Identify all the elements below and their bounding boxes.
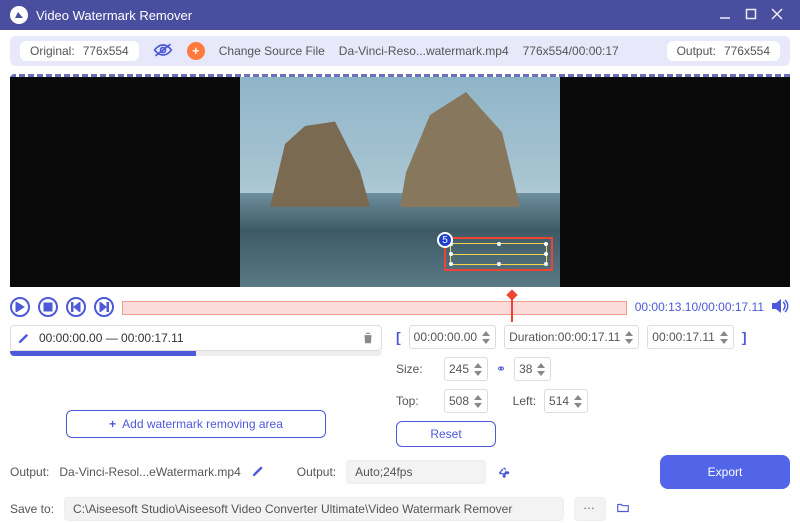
timeline-segment[interactable] (122, 301, 627, 315)
top-toolbar: Original: 776x554 + Change Source File D… (10, 36, 790, 66)
title-bar: Video Watermark Remover (0, 0, 800, 30)
source-filename: Da-Vinci-Reso...watermark.mp4 (339, 44, 509, 58)
format-settings-icon[interactable] (496, 464, 510, 481)
size-label: Size: (396, 362, 436, 376)
volume-icon[interactable] (772, 298, 790, 317)
left-label: Left: (496, 394, 536, 408)
height-field[interactable]: 38 (514, 357, 551, 381)
end-time-field[interactable]: 00:00:17.11 (647, 325, 734, 349)
plus-icon: + (109, 417, 116, 431)
change-source-button[interactable]: Change Source File (219, 44, 325, 58)
stop-button[interactable] (38, 297, 58, 317)
output-format-label: Output: (297, 465, 336, 479)
preview-toggle-icon[interactable] (153, 43, 173, 60)
original-dim: 776x554 (83, 44, 129, 58)
original-dim-chip: Original: 776x554 (20, 41, 139, 61)
save-to-label: Save to: (10, 502, 54, 516)
browse-path-button[interactable]: … (574, 497, 606, 521)
timecode-display: 00:00:13.10/00:00:17.11 (635, 300, 764, 314)
output-label: Output: (677, 44, 716, 58)
save-path-field[interactable]: C:\Aiseesoft Studio\Aiseesoft Video Conv… (64, 497, 564, 521)
aspect-link-icon[interactable]: ⚭ (496, 362, 506, 376)
minimize-button[interactable] (712, 8, 738, 23)
app-title: Video Watermark Remover (36, 8, 712, 23)
export-button[interactable]: Export (660, 455, 790, 489)
bottom-panel: Output: Da-Vinci-Resol...eWatermark.mp4 … (10, 455, 790, 521)
watermark-selection-box[interactable] (444, 237, 553, 271)
open-folder-icon[interactable] (616, 501, 630, 518)
segment-range-text: 00:00:00.00 — 00:00:17.11 (39, 331, 353, 345)
output-dim: 776x554 (724, 44, 770, 58)
app-logo-icon (10, 6, 28, 24)
duration-field[interactable]: Duration:00:00:17.11 (504, 325, 639, 349)
segment-progress (10, 351, 382, 356)
step-back-button[interactable] (66, 297, 86, 317)
brush-icon (17, 331, 31, 345)
left-field[interactable]: 514 (544, 389, 588, 413)
close-button[interactable] (764, 8, 790, 23)
output-format-field[interactable]: Auto;24fps (346, 460, 486, 484)
add-watermark-label: Add watermark removing area (122, 417, 283, 431)
delete-segment-icon[interactable] (361, 331, 375, 345)
start-time-field[interactable]: 00:00:00.00 (409, 325, 496, 349)
add-watermark-area-button[interactable]: + Add watermark removing area (66, 410, 326, 438)
range-end-bracket[interactable]: ] (742, 329, 747, 345)
reset-button[interactable]: Reset (396, 421, 496, 447)
maximize-button[interactable] (738, 8, 764, 23)
output-dim-chip: Output: 776x554 (667, 41, 780, 61)
play-button[interactable] (10, 297, 30, 317)
timeline-scrubber[interactable] (122, 297, 627, 317)
top-label: Top: (396, 394, 436, 408)
source-info: 776x554/00:00:17 (523, 44, 619, 58)
width-field[interactable]: 245 (444, 357, 488, 381)
output-filename: Da-Vinci-Resol...eWatermark.mp4 (59, 465, 240, 479)
video-frame[interactable]: 5 (240, 77, 560, 287)
video-preview[interactable]: 5 (10, 77, 790, 287)
original-label: Original: (30, 44, 75, 58)
segment-item[interactable]: 00:00:00.00 — 00:00:17.11 (10, 325, 382, 351)
top-field[interactable]: 508 (444, 389, 488, 413)
transport-bar: 00:00:13.10/00:00:17.11 (10, 293, 790, 321)
selection-tag[interactable]: 5 (437, 232, 453, 248)
playhead[interactable] (511, 294, 513, 322)
params-panel: [ 00:00:00.00 Duration:00:00:17.11 00:00… (396, 325, 790, 447)
spin-down-icon[interactable] (481, 337, 491, 345)
segment-panel: 00:00:00.00 — 00:00:17.11 + Add watermar… (10, 325, 382, 447)
add-source-icon[interactable]: + (187, 42, 205, 60)
range-start-bracket[interactable]: [ (396, 329, 401, 345)
rename-output-icon[interactable] (251, 464, 265, 481)
spin-up-icon[interactable] (481, 329, 491, 337)
output-file-label: Output: (10, 465, 49, 479)
step-fwd-button[interactable] (94, 297, 114, 317)
